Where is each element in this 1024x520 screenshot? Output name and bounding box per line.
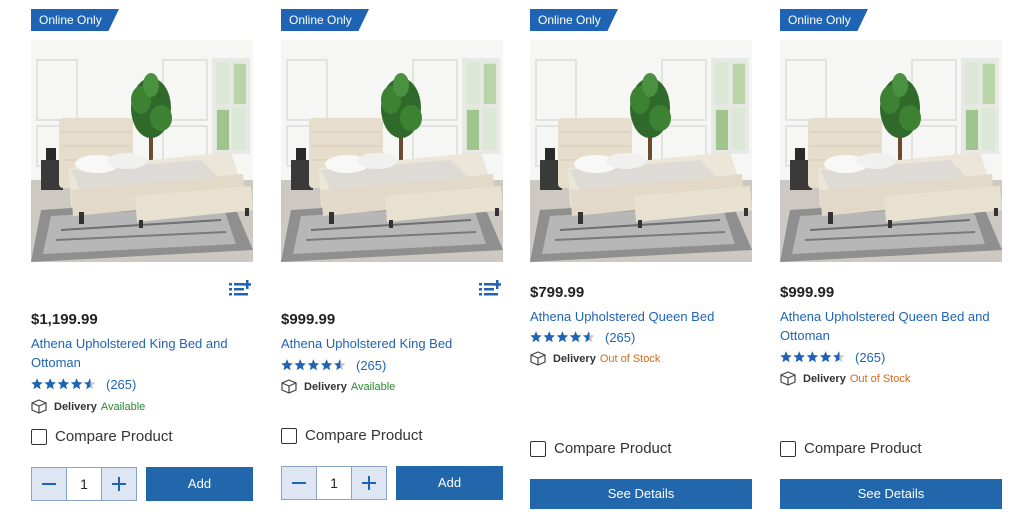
- compare-product-toggle[interactable]: Compare Product: [530, 440, 672, 457]
- star-filled: [70, 378, 83, 390]
- compare-product-toggle[interactable]: Compare Product: [281, 427, 423, 444]
- star-filled: [307, 359, 320, 371]
- delivery-status: Out of Stock: [599, 352, 661, 365]
- star-filled: [530, 331, 542, 343]
- delivery-info: Delivery Out of Stock: [530, 351, 660, 366]
- star-filled: [819, 351, 832, 363]
- increase-quantity-button[interactable]: [352, 467, 386, 499]
- compare-checkbox[interactable]: [780, 440, 796, 457]
- add-to-cart-button[interactable]: Add: [396, 466, 503, 500]
- star-filled: [57, 378, 70, 390]
- minus-icon: [42, 483, 56, 485]
- decrease-quantity-button[interactable]: [282, 467, 316, 499]
- product-image[interactable]: [281, 40, 503, 262]
- product-title-link[interactable]: Athena Upholstered Queen Bed and Ottoman: [780, 307, 1002, 345]
- star-filled: [543, 331, 555, 343]
- star-filled: [44, 378, 56, 390]
- delivery-status: Available: [100, 400, 146, 413]
- package-icon: [281, 379, 297, 394]
- delivery-label: Delivery: [304, 380, 347, 393]
- product-card: Online Only $1,199.99 Athena Upholstered…: [31, 0, 253, 520]
- see-details-button[interactable]: See Details: [530, 479, 752, 509]
- compare-checkbox[interactable]: [530, 440, 546, 457]
- plus-icon: [112, 477, 126, 491]
- star-rating-icon: [31, 378, 96, 390]
- star-filled: [320, 359, 333, 371]
- star-filled: [556, 331, 569, 343]
- compare-label: Compare Product: [804, 440, 922, 457]
- star-rating-icon: [530, 331, 595, 343]
- product-title-link[interactable]: Athena Upholstered King Bed and Ottoman: [31, 334, 253, 372]
- product-card: Online Only $799.99 Athena Upholstered Q…: [530, 0, 752, 520]
- compare-label: Compare Product: [305, 427, 423, 444]
- delivery-info: Delivery Available: [281, 379, 395, 394]
- product-image[interactable]: [780, 40, 1002, 262]
- compare-checkbox[interactable]: [31, 428, 47, 445]
- star-filled: [294, 359, 306, 371]
- online-only-badge: Online Only: [780, 9, 868, 31]
- star-filled: [31, 378, 43, 390]
- package-icon: [530, 351, 546, 366]
- review-count-link[interactable]: (265): [855, 350, 885, 365]
- plus-icon: [362, 476, 376, 490]
- product-rating[interactable]: (265): [780, 349, 885, 365]
- add-to-cart-button[interactable]: Add: [146, 467, 253, 501]
- product-price: $999.99: [780, 284, 835, 301]
- review-count-link[interactable]: (265): [605, 330, 635, 345]
- increase-quantity-button[interactable]: [102, 468, 136, 500]
- product-title-link[interactable]: Athena Upholstered Queen Bed: [530, 307, 752, 326]
- delivery-label: Delivery: [803, 372, 846, 385]
- product-price: $799.99: [530, 284, 585, 301]
- star-filled: [281, 359, 293, 371]
- delivery-label: Delivery: [54, 400, 97, 413]
- compare-product-toggle[interactable]: Compare Product: [31, 428, 173, 445]
- compare-checkbox[interactable]: [281, 427, 297, 444]
- product-image[interactable]: [31, 40, 253, 262]
- compare-product-toggle[interactable]: Compare Product: [780, 440, 922, 457]
- online-only-badge: Online Only: [281, 9, 369, 31]
- product-title-link[interactable]: Athena Upholstered King Bed: [281, 334, 503, 353]
- online-only-badge: Online Only: [31, 9, 119, 31]
- star-filled: [569, 331, 582, 343]
- star-filled: [780, 351, 792, 363]
- add-to-list-icon[interactable]: [479, 280, 501, 298]
- package-icon: [31, 399, 47, 414]
- product-rating[interactable]: (265): [281, 357, 386, 373]
- product-price: $999.99: [281, 311, 336, 328]
- quantity-stepper: 1: [281, 466, 387, 500]
- review-count-link[interactable]: (265): [106, 377, 136, 392]
- delivery-info: Delivery Out of Stock: [780, 371, 910, 386]
- quantity-input[interactable]: 1: [316, 467, 352, 499]
- delivery-status: Available: [350, 380, 396, 393]
- star-rating-icon: [780, 351, 845, 363]
- product-image[interactable]: [530, 40, 752, 262]
- star-rating-icon: [281, 359, 346, 371]
- star-filled: [793, 351, 805, 363]
- online-only-badge: Online Only: [530, 9, 618, 31]
- product-rating[interactable]: (265): [530, 329, 635, 345]
- product-card: Online Only $999.99 Athena Upholstered K…: [281, 0, 503, 520]
- quantity-input[interactable]: 1: [66, 468, 102, 500]
- delivery-status: Out of Stock: [849, 372, 911, 385]
- delivery-label: Delivery: [553, 352, 596, 365]
- review-count-link[interactable]: (265): [356, 358, 386, 373]
- compare-label: Compare Product: [554, 440, 672, 457]
- minus-icon: [292, 482, 306, 484]
- product-price: $1,199.99: [31, 311, 98, 328]
- see-details-button[interactable]: See Details: [780, 479, 1002, 509]
- compare-label: Compare Product: [55, 428, 173, 445]
- add-to-list-icon[interactable]: [229, 280, 251, 298]
- product-rating[interactable]: (265): [31, 376, 136, 392]
- star-filled: [806, 351, 819, 363]
- decrease-quantity-button[interactable]: [32, 468, 66, 500]
- quantity-stepper: 1: [31, 467, 137, 501]
- product-card: Online Only $999.99 Athena Upholstered Q…: [780, 0, 1002, 520]
- delivery-info: Delivery Available: [31, 399, 145, 414]
- package-icon: [780, 371, 796, 386]
